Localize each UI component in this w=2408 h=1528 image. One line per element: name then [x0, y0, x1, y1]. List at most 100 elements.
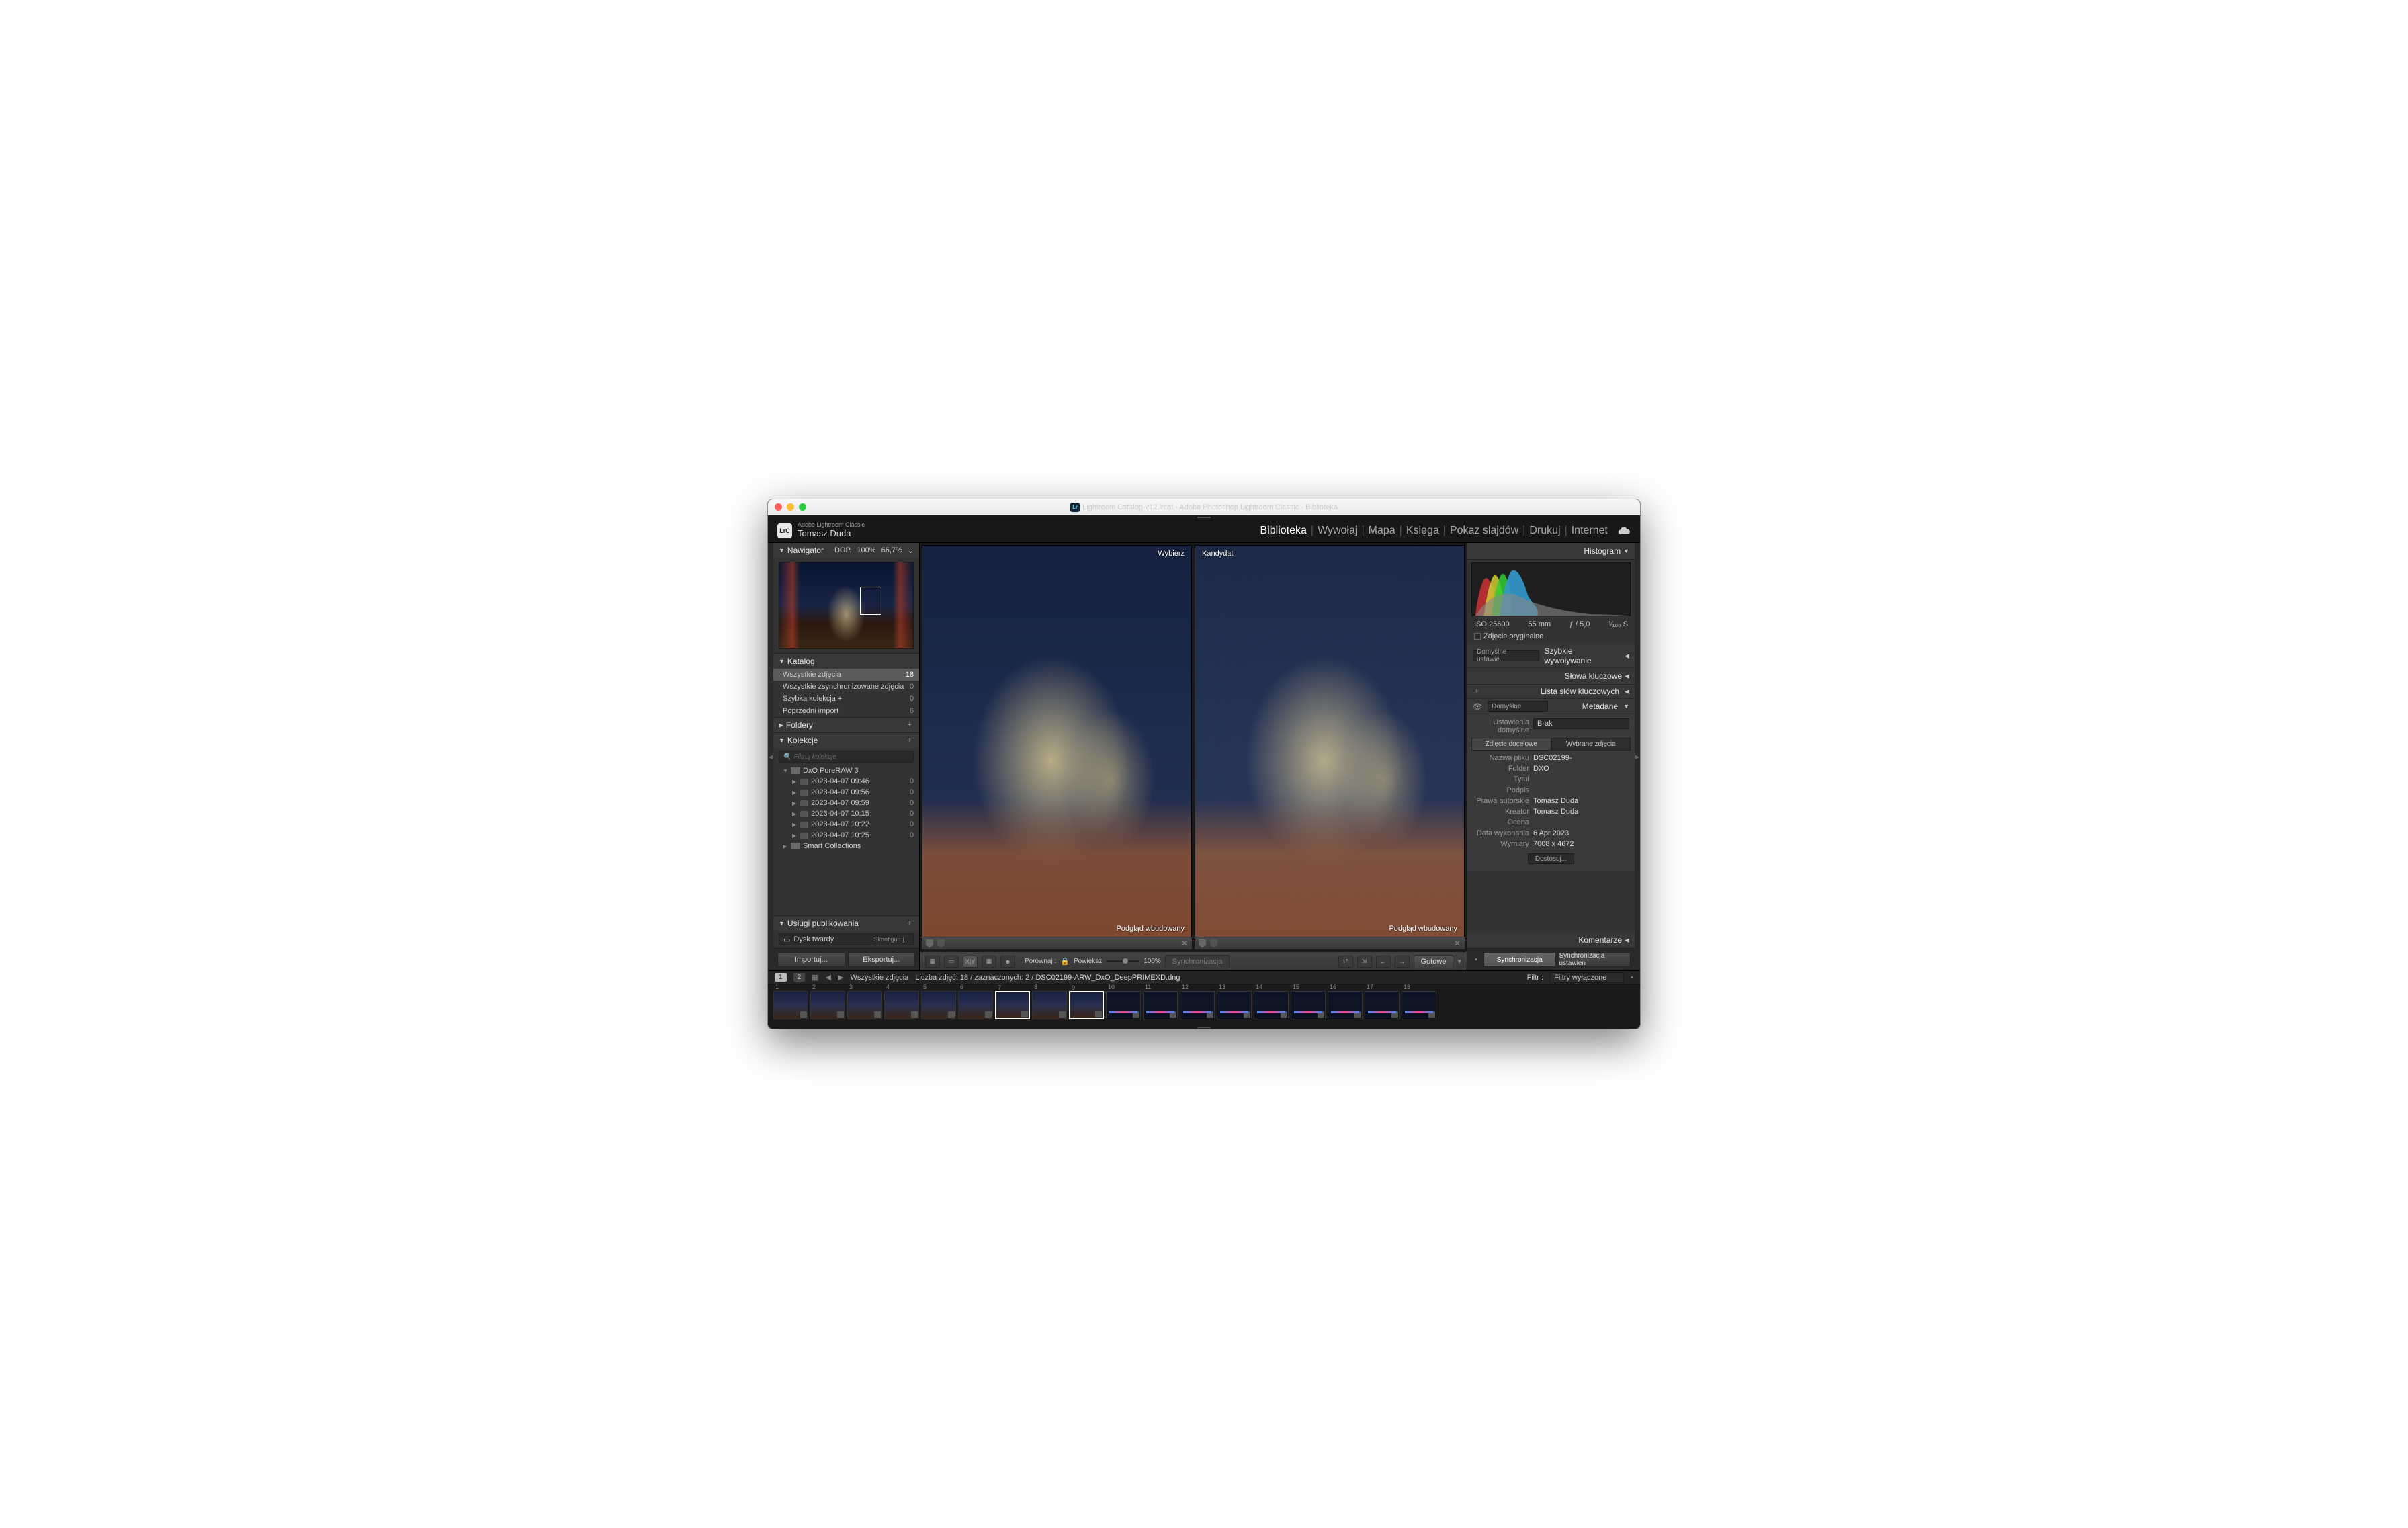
filmstrip-thumb[interactable]: 13 [1217, 991, 1252, 1019]
folders-header[interactable]: ▶Foldery + [773, 718, 919, 732]
meta-settings-select[interactable]: Brak [1533, 718, 1629, 729]
eye-icon[interactable]: 👁 [1473, 702, 1482, 711]
compare-candidate-image[interactable]: Kandydat Podgląd wbudowany [1195, 545, 1465, 937]
histogram-header[interactable]: Histogram▼ [1467, 543, 1635, 560]
primary-display[interactable]: 1 [775, 973, 787, 982]
make-select-icon[interactable]: ⇲ [1357, 956, 1372, 968]
export-button[interactable]: Eksportuj... [848, 952, 916, 967]
sync-settings-button[interactable]: Synchronizacja ustawień [1559, 952, 1631, 967]
quick-preset-select[interactable]: Domyślne ustawie... [1473, 650, 1539, 661]
module-drukuj[interactable]: Drukuj [1525, 525, 1564, 537]
collections-filter-input[interactable]: 🔍 Filtruj kolekcje [779, 751, 914, 763]
forward-icon[interactable]: ▶ [838, 973, 843, 982]
nav-zoom-1[interactable]: 100% [857, 546, 875, 554]
publish-configure[interactable]: Skonfiguruj... [873, 936, 909, 943]
collection-item[interactable]: ▶2023-04-07 09:460 [773, 776, 919, 787]
collection-set-root[interactable]: ▼ DxO PureRAW 3 [773, 765, 919, 776]
survey-view-icon[interactable]: ▦ [982, 956, 996, 968]
customize-button[interactable]: Dostosuj... [1528, 853, 1574, 864]
toolbar-menu-icon[interactable]: ▾ [1457, 957, 1461, 966]
publish-service-disk[interactable]: ▭ Dysk twardy Skonfiguruj... [779, 933, 914, 945]
grid-view-icon[interactable]: ▦ [925, 956, 940, 968]
done-button[interactable]: Gotowe [1414, 955, 1454, 968]
sync-button[interactable]: Synchronizacja [1484, 952, 1556, 967]
module-internet[interactable]: Internet [1567, 525, 1612, 537]
module-wywołaj[interactable]: Wywołaj [1314, 525, 1361, 537]
metadata-preset-select[interactable]: Domyślne [1488, 701, 1548, 712]
publish-add-icon[interactable]: + [906, 919, 914, 927]
loupe-view-icon[interactable]: ▭ [944, 956, 959, 968]
grid-mode-icon[interactable]: ▦ [812, 973, 818, 982]
module-biblioteka[interactable]: Biblioteka [1256, 525, 1311, 537]
lock-icon[interactable]: 🔒 [1060, 957, 1070, 966]
histogram-display[interactable] [1471, 562, 1631, 616]
compare-select-image[interactable]: Wybierz Podgląd wbudowany [922, 545, 1192, 937]
filter-lock-icon[interactable]: ▪ [1631, 974, 1633, 982]
module-księga[interactable]: Księga [1402, 525, 1443, 537]
select-close-icon[interactable]: ✕ [1181, 939, 1188, 948]
keyword-add-icon[interactable]: + [1473, 687, 1481, 695]
folders-add-icon[interactable]: + [906, 721, 914, 729]
filmstrip-thumb[interactable]: 9 [1069, 991, 1104, 1019]
identity-plate[interactable]: LrC Adobe Lightroom Classic Tomasz Duda [777, 522, 865, 539]
swap-icon[interactable]: ⇄ [1338, 956, 1353, 968]
filmstrip-thumb[interactable]: 11 [1143, 991, 1178, 1019]
tab-target-photo[interactable]: Zdjęcie docelowe [1471, 738, 1551, 751]
filmstrip-thumb[interactable]: 2 [810, 991, 845, 1019]
publish-header[interactable]: ▼Usługi publikowania + [773, 916, 919, 931]
flag-reject-icon[interactable] [937, 939, 945, 948]
bottom-panel-grip[interactable] [768, 1025, 1640, 1029]
filter-select[interactable]: Filtry wyłączone [1550, 972, 1624, 983]
filmstrip-thumb[interactable]: 6 [958, 991, 993, 1019]
meta-caption-value[interactable] [1533, 786, 1629, 794]
quick-develop-header[interactable]: Domyślne ustawie... Szybkie wywoływanie … [1467, 644, 1635, 668]
collection-item[interactable]: ▶2023-04-07 10:150 [773, 808, 919, 819]
collections-add-icon[interactable]: + [906, 736, 914, 745]
meta-creator-value[interactable]: Tomasz Duda [1533, 808, 1629, 816]
sync-toggle-icon[interactable]: ▪ [1471, 952, 1481, 967]
keyword-list-header[interactable]: + Lista słów kluczowych ◀ [1467, 685, 1635, 699]
meta-filename-value[interactable]: DSC02199- [1533, 754, 1629, 762]
right-panel-toggle[interactable]: ▶ [1635, 543, 1640, 970]
filmstrip-thumb[interactable]: 5 [921, 991, 956, 1019]
nav-zoom-dropdown-icon[interactable]: ⌄ [908, 546, 914, 555]
filmstrip-thumb[interactable]: 17 [1365, 991, 1400, 1019]
meta-date-value[interactable]: 6 Apr 2023 [1533, 829, 1629, 837]
zoom-slider[interactable] [1106, 960, 1140, 962]
flag-pick-icon[interactable] [926, 939, 933, 948]
module-pokaz slajdów[interactable]: Pokaz slajdów [1446, 525, 1522, 537]
flag-reject-icon[interactable] [1210, 939, 1217, 948]
meta-copyright-value[interactable]: Tomasz Duda [1533, 797, 1629, 805]
collection-item[interactable]: ▶2023-04-07 10:220 [773, 819, 919, 830]
collection-item[interactable]: ▶2023-04-07 10:250 [773, 830, 919, 841]
meta-rating-value[interactable] [1533, 818, 1629, 826]
catalog-row[interactable]: Szybka kolekcja +0 [773, 693, 919, 705]
filmstrip-thumb[interactable]: 7 [995, 991, 1030, 1019]
filmstrip-thumb[interactable]: 3 [847, 991, 882, 1019]
nav-fit[interactable]: DOP. [834, 546, 851, 554]
catalog-row[interactable]: Wszystkie zdjęcia18 [773, 669, 919, 681]
cloud-sync-icon[interactable] [1617, 524, 1631, 538]
checkbox-icon[interactable] [1474, 633, 1481, 640]
tab-selected-photos[interactable]: Wybrane zdjęcia [1551, 738, 1631, 751]
collection-item[interactable]: ▶2023-04-07 09:560 [773, 787, 919, 798]
filmstrip-thumb[interactable]: 16 [1328, 991, 1363, 1019]
filmstrip-thumb[interactable]: 10 [1106, 991, 1141, 1019]
breadcrumb[interactable]: Wszystkie zdjęcia [850, 974, 908, 982]
collections-header[interactable]: ▼Kolekcje + [773, 733, 919, 748]
navigator-header[interactable]: ▼ Nawigator DOP. 100% 66,7% ⌄ [773, 543, 919, 558]
filmstrip-thumb[interactable]: 1 [773, 991, 808, 1019]
catalog-header[interactable]: ▼Katalog [773, 654, 919, 669]
back-icon[interactable]: ◀ [826, 973, 831, 982]
filmstrip-thumb[interactable]: 4 [884, 991, 919, 1019]
filmstrip-thumb[interactable]: 14 [1254, 991, 1289, 1019]
navigator-rect[interactable] [860, 587, 882, 615]
metadata-header[interactable]: 👁 Domyślne Metadane ▼ [1467, 699, 1635, 714]
people-view-icon[interactable]: ☻ [1000, 956, 1015, 968]
filmstrip-thumb[interactable]: 8 [1032, 991, 1067, 1019]
nav-zoom-2[interactable]: 66,7% [882, 546, 902, 554]
keywords-header[interactable]: Słowa kluczowe◀ [1467, 668, 1635, 685]
catalog-row[interactable]: Wszystkie zsynchronizowane zdjęcia0 [773, 681, 919, 693]
original-photo-row[interactable]: Zdjęcie oryginalne [1467, 631, 1635, 644]
meta-title-value[interactable] [1533, 775, 1629, 783]
